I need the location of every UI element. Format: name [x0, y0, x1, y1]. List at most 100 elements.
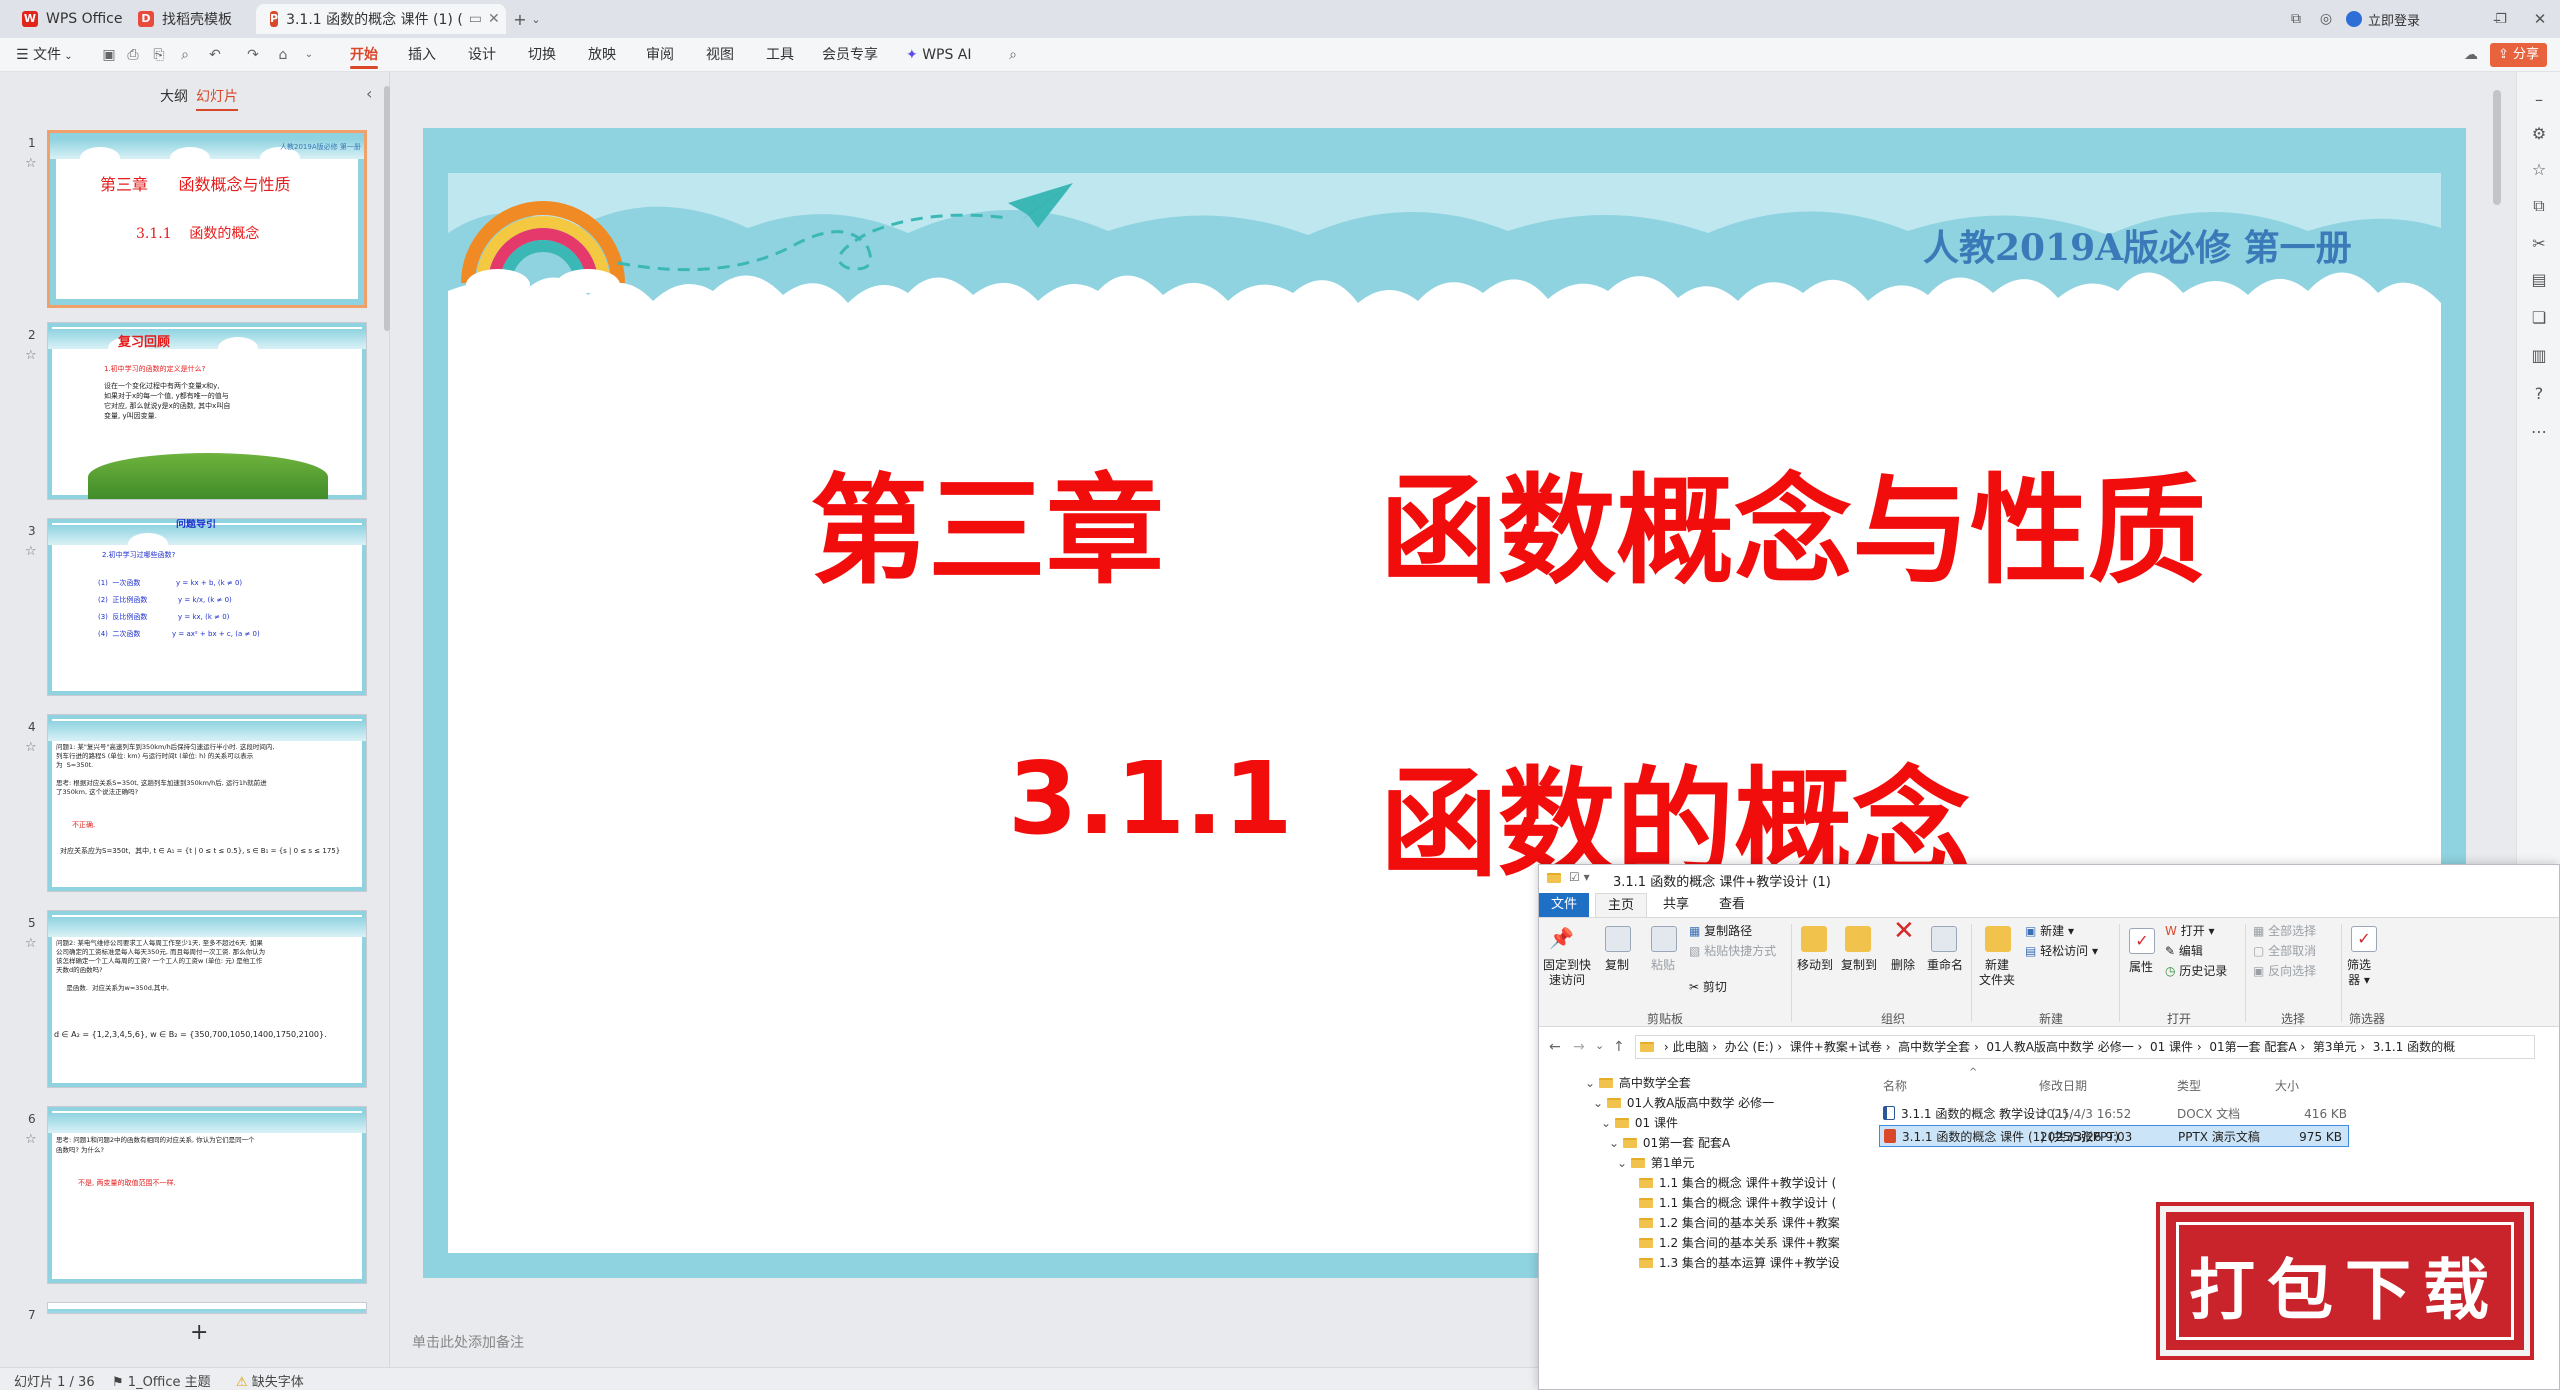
- tree-item[interactable]: ⌄ 01 课件: [1601, 1113, 1678, 1133]
- login-button[interactable]: 立即登录: [2346, 6, 2466, 32]
- invert-selection-button[interactable]: ▣ 反向选择: [2253, 964, 2316, 979]
- print-icon[interactable]: ⎘: [150, 46, 168, 64]
- tab-close-icon[interactable]: ✕: [488, 11, 500, 27]
- tab-slides[interactable]: 幻灯片: [196, 86, 238, 111]
- format-painter-icon[interactable]: ⌂: [274, 46, 292, 64]
- slide-thumbnail-3[interactable]: 问题导引 2.初中学习过哪些函数? (1) 一次函数 (2) 正比例函数 (3)…: [47, 518, 367, 696]
- tab-home[interactable]: 主页: [1595, 893, 1648, 917]
- properties-icon[interactable]: ⚙: [2529, 124, 2549, 144]
- tree-item[interactable]: 1.2 集合间的基本关系 课件+教案: [1639, 1213, 1840, 1233]
- share-button[interactable]: ⇪ 分享: [2490, 43, 2548, 67]
- up-arrow-icon[interactable]: ↑: [1613, 1039, 1625, 1055]
- breadcrumb-item[interactable]: 高中数学全套: [1898, 1040, 1970, 1054]
- copy-path-button[interactable]: ▦ 复制路径: [1689, 924, 1752, 939]
- search-icon[interactable]: ⌕: [1004, 46, 1022, 64]
- back-arrow-icon[interactable]: ←: [1549, 1039, 1561, 1055]
- rename-button[interactable]: 重命名: [1927, 958, 1963, 973]
- paste-button[interactable]: 粘贴: [1651, 958, 1675, 973]
- edit-button[interactable]: ✎ 编辑: [2165, 944, 2203, 959]
- pin-quick-access-button[interactable]: 固定到快 速访问: [1543, 958, 1591, 988]
- thumbnail-scrollbar[interactable]: [384, 86, 390, 331]
- star-icon[interactable]: ☆: [25, 740, 37, 755]
- filter-button[interactable]: 筛选 器 ▾: [2347, 958, 2371, 988]
- address-bar[interactable]: › 此电脑 › 办公 (E:) › 课件+教案+试卷 › 高中数学全套 › 01…: [1635, 1035, 2535, 1059]
- restore-icon[interactable]: ❐: [2490, 6, 2512, 32]
- new-folder-button[interactable]: 新建 文件夹: [1979, 958, 2015, 988]
- theme-name[interactable]: ⚑ 1_Office 主题: [112, 1371, 211, 1390]
- tree-item[interactable]: ⌄ 高中数学全套: [1585, 1073, 1691, 1093]
- move-to-button[interactable]: 移动到: [1797, 958, 1833, 973]
- material-icon[interactable]: ❏: [2529, 308, 2549, 328]
- slide-thumbnail-2[interactable]: 复习回顾 1.初中学习的函数的定义是什么? 设在一个变化过程中有两个变量x和y,…: [47, 322, 367, 500]
- window-layout-icon[interactable]: ⧉: [2284, 6, 2308, 32]
- tree-item[interactable]: 1.3 集合的基本运算 课件+教学设: [1639, 1253, 1840, 1273]
- breadcrumb-item[interactable]: 01第一套 配套A: [2209, 1040, 2296, 1054]
- book-icon[interactable]: ▥: [2529, 346, 2549, 366]
- missing-font-indicator[interactable]: ⚠ 缺失字体: [236, 1371, 304, 1390]
- star-icon[interactable]: ☆: [25, 544, 37, 559]
- tab-docer[interactable]: D 找稻壳模板: [124, 4, 246, 34]
- layers-icon[interactable]: ⧉: [2529, 196, 2549, 216]
- redo-icon[interactable]: ↷: [244, 46, 262, 64]
- menu-item-home[interactable]: 开始: [350, 38, 378, 72]
- tree-item[interactable]: ⌄ 第1单元: [1617, 1153, 1695, 1173]
- menu-item-insert[interactable]: 插入: [408, 38, 436, 72]
- tree-item[interactable]: 1.1 集合的概念 课件+教学设计 (: [1639, 1193, 1836, 1213]
- delete-button[interactable]: 删除: [1891, 958, 1915, 973]
- breadcrumb-item[interactable]: 3.1.1 函数的概: [2373, 1040, 2455, 1054]
- breadcrumb-item[interactable]: 01 课件: [2150, 1040, 2193, 1054]
- slide-thumbnail-1[interactable]: 人教2019A版必修 第一册 第三章 函数概念与性质 3.1.1 函数的概念: [47, 130, 367, 308]
- tools-icon[interactable]: ✂: [2529, 234, 2549, 254]
- star-icon[interactable]: ☆: [25, 348, 37, 363]
- tab-wps-office[interactable]: W WPS Office: [8, 4, 137, 34]
- new-item-button[interactable]: ▣ 新建 ▾: [2025, 924, 2074, 939]
- star-icon[interactable]: ☆: [2529, 160, 2549, 180]
- collapse-panel-icon[interactable]: ‹: [366, 84, 372, 103]
- tab-outline[interactable]: 大纲: [160, 86, 188, 106]
- menu-item-review[interactable]: 审阅: [646, 38, 674, 72]
- column-header-date[interactable]: 修改日期: [2039, 1077, 2087, 1094]
- slide-thumbnail-6[interactable]: 思考: 问题1和问题2中的函数有相同的对应关系, 你认为它们是同一个 函数吗? …: [47, 1106, 367, 1284]
- slide-thumbnail-4[interactable]: 问题1: 某"复兴号"高速列车到350km/h后保持匀速运行半小时. 这段时间内…: [47, 714, 367, 892]
- copy-to-button[interactable]: 复制到: [1841, 958, 1877, 973]
- history-button[interactable]: ◷ 历史记录: [2165, 964, 2227, 979]
- print-preview-icon[interactable]: ⌕: [176, 46, 194, 64]
- more-icon[interactable]: ⋯: [2529, 422, 2549, 442]
- close-icon[interactable]: ✕: [2528, 6, 2552, 32]
- menu-item-design[interactable]: 设计: [468, 38, 496, 72]
- tab-document[interactable]: P 3.1.1 函数的概念 课件 (1) ( ▭ ✕: [256, 4, 506, 34]
- file-menu-button[interactable]: ☰ 文件 ⌄: [16, 38, 73, 72]
- breadcrumb-item[interactable]: 办公 (E:): [1725, 1040, 1774, 1054]
- chevron-down-icon[interactable]: ⌄: [300, 46, 318, 64]
- recent-locations-icon[interactable]: ⌄: [1595, 1039, 1604, 1052]
- column-header-type[interactable]: 类型: [2177, 1077, 2201, 1094]
- slide-thumbnail-5[interactable]: 问题2: 某电气维修公司要求工人每周工作至少1天, 至多不超过6天. 如果 公司…: [47, 910, 367, 1088]
- quick-access-toolbar[interactable]: ☑ ▾: [1569, 870, 1590, 884]
- export-pdf-icon[interactable]: ⎙: [124, 46, 142, 64]
- slide-thumbnail-7[interactable]: [47, 1302, 367, 1314]
- template-icon[interactable]: ▤: [2529, 270, 2549, 290]
- cut-button[interactable]: ✂ 剪切: [1689, 980, 1727, 995]
- file-row-selected[interactable]: 3.1.1 函数的概念 课件 (1) (共35张PPT) 2025/3/26 9…: [1879, 1125, 2349, 1147]
- column-header-size[interactable]: 大小: [2275, 1077, 2299, 1094]
- copy-button[interactable]: 复制: [1605, 958, 1629, 973]
- breadcrumb-item[interactable]: 此电脑: [1672, 1040, 1708, 1054]
- save-icon[interactable]: ▣: [100, 46, 118, 64]
- editor-scrollbar[interactable]: [2493, 90, 2501, 205]
- skin-icon[interactable]: ◎: [2314, 6, 2338, 32]
- undo-icon[interactable]: ↶: [206, 46, 224, 64]
- tree-item[interactable]: ⌄ 01第一套 配套A: [1609, 1133, 1730, 1153]
- select-all-button[interactable]: ▦ 全部选择: [2253, 924, 2316, 939]
- star-icon[interactable]: ☆: [25, 156, 37, 171]
- menu-item-tools[interactable]: 工具: [766, 38, 794, 72]
- download-package-button[interactable]: 打包下载: [2156, 1202, 2534, 1360]
- help-icon[interactable]: ?: [2529, 384, 2549, 404]
- breadcrumb-item[interactable]: 第3单元: [2313, 1040, 2357, 1054]
- file-row[interactable]: 3.1.1 函数的概念 教学设计 (1) 2025/4/3 16:52 DOCX…: [1879, 1103, 2489, 1125]
- forward-arrow-icon[interactable]: →: [1573, 1039, 1585, 1055]
- star-icon[interactable]: ☆: [25, 1132, 37, 1147]
- easy-access-button[interactable]: ▤ 轻松访问 ▾: [2025, 944, 2098, 959]
- menu-item-slideshow[interactable]: 放映: [588, 38, 616, 72]
- column-header-name[interactable]: 名称: [1883, 1077, 1907, 1094]
- tab-view[interactable]: 查看: [1707, 893, 1757, 917]
